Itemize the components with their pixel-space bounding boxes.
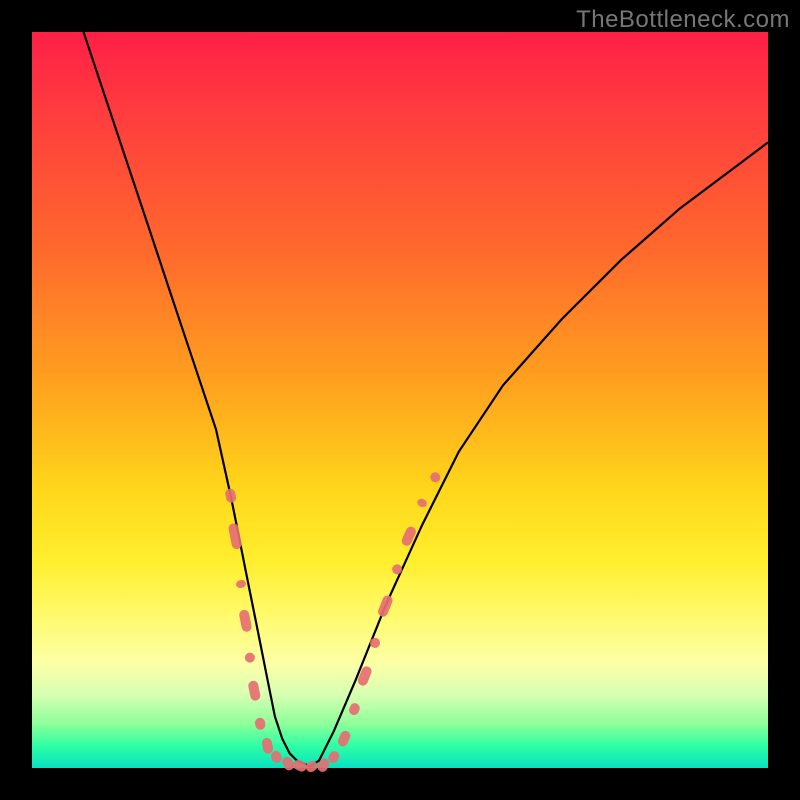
curve-marker: [224, 488, 237, 504]
plot-area: [32, 32, 768, 768]
curve-marker: [416, 497, 428, 508]
curve-marker: [356, 665, 373, 687]
curve-marker: [235, 579, 246, 589]
curve-marker: [347, 702, 361, 717]
curve-marker: [400, 525, 417, 547]
curve-marker: [254, 717, 266, 731]
chart-frame: TheBottleneck.com: [0, 0, 800, 800]
curve-marker: [336, 729, 351, 748]
curve-marker: [429, 471, 442, 484]
curve-marker: [291, 758, 308, 773]
curve-marker: [377, 594, 394, 618]
curve-marker: [261, 737, 274, 755]
curve-marker: [390, 563, 403, 576]
watermark-text: TheBottleneck.com: [576, 6, 790, 34]
curve-marker: [369, 636, 382, 649]
curve-marker: [244, 652, 256, 664]
bottleneck-curve: [84, 32, 769, 767]
curve-marker: [238, 609, 252, 633]
curve-marker: [247, 680, 261, 702]
chart-svg: [32, 32, 768, 768]
curve-marker: [228, 522, 243, 549]
